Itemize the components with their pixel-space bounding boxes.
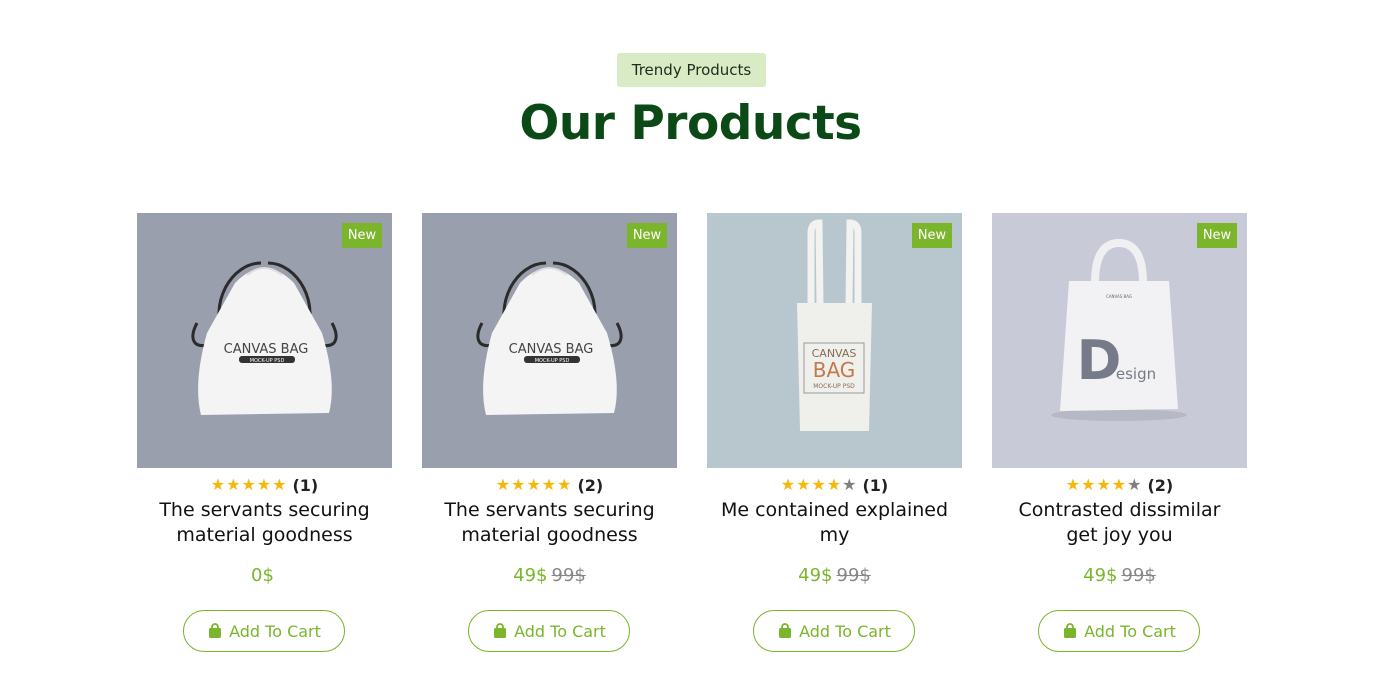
new-tag: New <box>627 223 667 248</box>
product-name[interactable]: Me contained explained my <box>719 498 950 550</box>
star-filled-icon: ★ <box>526 475 541 494</box>
bag-print-subtext: MOCK-UP PSD <box>813 383 855 390</box>
add-to-cart-button[interactable]: Add To Cart <box>183 610 345 652</box>
bag-print-design: esign <box>1116 365 1156 383</box>
shopping-bag-icon <box>494 623 507 638</box>
shopping-bag-icon <box>779 623 792 638</box>
add-to-cart-button[interactable]: Add To Cart <box>1038 610 1200 652</box>
product-image[interactable]: CANVAS BAG MOCK-UP PSD New <box>707 213 962 468</box>
add-to-cart-label: Add To Cart <box>229 621 321 641</box>
star-filled-icon: ★ <box>495 475 511 494</box>
add-to-cart-label: Add To Cart <box>799 621 891 641</box>
review-count: (2) <box>1147 475 1174 495</box>
old-price: 99$ <box>551 565 586 586</box>
star-rating: ★ ★ ★ ★ ★ <box>781 477 857 493</box>
star-empty-icon: ★ <box>1127 475 1142 494</box>
star-filled-icon: ★ <box>541 475 557 494</box>
trendy-badge: Trendy Products <box>617 53 766 87</box>
product-image[interactable]: CANVAS BAG D esign New <box>992 213 1247 468</box>
price: 0$ <box>137 563 392 589</box>
bag-print-big: BAG <box>813 358 856 382</box>
product-name[interactable]: Contrasted dissimilar get joy you <box>1004 498 1235 550</box>
current-price: 49$ <box>798 565 833 586</box>
bag-print-small: CANVAS BAG <box>1106 294 1132 299</box>
new-tag: New <box>912 223 952 248</box>
star-empty-icon: ★ <box>842 475 857 494</box>
shopping-bag-icon <box>1064 623 1077 638</box>
star-rating: ★ ★ ★ ★ ★ <box>211 477 287 493</box>
star-filled-icon: ★ <box>796 475 811 494</box>
star-rating: ★ ★ ★ ★ ★ <box>1066 477 1142 493</box>
rating: ★ ★ ★ ★ ★ (2) <box>992 474 1247 496</box>
old-price: 99$ <box>836 565 871 586</box>
star-filled-icon: ★ <box>780 475 796 494</box>
bag-print-subtext: MOCK-UP PSD <box>535 358 570 364</box>
star-filled-icon: ★ <box>811 475 826 494</box>
bag-print-d: D <box>1077 329 1122 392</box>
rating: ★ ★ ★ ★ ★ (1) <box>707 474 962 496</box>
old-price: 99$ <box>1121 565 1156 586</box>
star-filled-icon: ★ <box>1065 475 1081 494</box>
current-price: 0$ <box>251 565 274 586</box>
product-name[interactable]: The servants securing material goodness <box>149 498 380 550</box>
bag-print-text: CANVAS BAG <box>224 342 309 357</box>
shopping-bag-icon <box>209 623 222 638</box>
star-filled-icon: ★ <box>1081 475 1096 494</box>
product-card: CANVAS BAG MOCK-UP PSD New ★ ★ ★ ★ ★ (1) Me … <box>707 213 962 653</box>
add-to-cart-label: Add To Cart <box>514 621 606 641</box>
add-to-cart-button[interactable]: Add To Cart <box>753 610 915 652</box>
current-price: 49$ <box>1083 565 1118 586</box>
star-filled-icon: ★ <box>557 475 572 494</box>
rating: ★ ★ ★ ★ ★ (1) <box>137 474 392 496</box>
section-title: Our Products <box>519 96 862 151</box>
product-image[interactable]: CANVAS BAG MOCK-UP PSD New <box>137 213 392 468</box>
star-filled-icon: ★ <box>1111 475 1127 494</box>
add-to-cart-label: Add To Cart <box>1084 621 1176 641</box>
product-name[interactable]: The servants securing material goodness <box>434 498 665 550</box>
star-filled-icon: ★ <box>241 475 256 494</box>
current-price: 49$ <box>513 565 548 586</box>
review-count: (2) <box>577 475 604 495</box>
new-tag: New <box>1197 223 1237 248</box>
star-filled-icon: ★ <box>1096 475 1111 494</box>
price: 49$ 99$ <box>707 563 962 589</box>
new-tag: New <box>342 223 382 248</box>
rating: ★ ★ ★ ★ ★ (2) <box>422 474 677 496</box>
add-to-cart-button[interactable]: Add To Cart <box>468 610 630 652</box>
star-filled-icon: ★ <box>272 475 287 494</box>
bag-print-subtext: MOCK-UP PSD <box>250 358 285 364</box>
star-filled-icon: ★ <box>256 475 272 494</box>
star-filled-icon: ★ <box>511 475 526 494</box>
star-rating: ★ ★ ★ ★ ★ <box>496 477 572 493</box>
price: 49$ 99$ <box>422 563 677 589</box>
star-filled-icon: ★ <box>226 475 241 494</box>
bag-print-text: CANVAS BAG <box>509 342 594 357</box>
product-card: CANVAS BAG D esign New ★ ★ ★ ★ ★ (2) Contras… <box>992 213 1247 653</box>
product-card: CANVAS BAG MOCK-UP PSD New ★ ★ ★ ★ ★ (2) The… <box>422 213 677 653</box>
product-image[interactable]: CANVAS BAG MOCK-UP PSD New <box>422 213 677 468</box>
product-card: CANVAS BAG MOCK-UP PSD New ★ ★ ★ ★ ★ (1) The… <box>137 213 392 653</box>
star-filled-icon: ★ <box>826 475 842 494</box>
review-count: (1) <box>862 475 889 495</box>
review-count: (1) <box>292 475 319 495</box>
star-filled-icon: ★ <box>210 475 226 494</box>
price: 49$ 99$ <box>992 563 1247 589</box>
